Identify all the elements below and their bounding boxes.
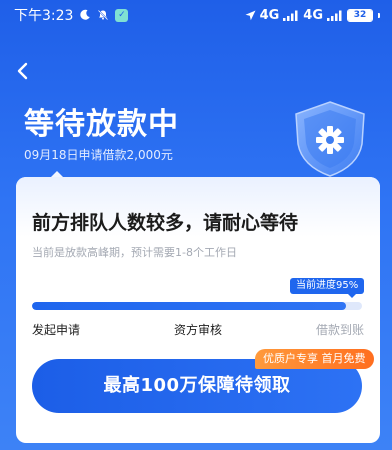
- bell-off-icon: [97, 9, 109, 21]
- status-left: 下午3:23 ✓: [14, 5, 129, 25]
- page-title: 等待放款中: [24, 107, 179, 142]
- status-time: 下午3:23: [14, 8, 74, 24]
- step-apply: 发起申请: [32, 323, 81, 337]
- status-bar: 下午3:23 ✓ 4G 4G 32: [0, 0, 392, 30]
- progress-bar-fill: [32, 302, 346, 310]
- signal-icon: [327, 10, 343, 21]
- status-card: 前方排队人数较多，请耐心等待 当前是放款高峰期，预计需要1-8个工作日 当前进度…: [16, 177, 380, 443]
- step-review: 资方审核: [174, 323, 223, 337]
- battery-cap: [378, 12, 380, 18]
- location-arrow-icon: [245, 10, 256, 21]
- moon-icon: [79, 9, 91, 21]
- battery-icon: 32: [347, 8, 373, 22]
- network-type-1: 4G: [259, 7, 280, 23]
- promo-tag: 优质户专享 首月免费: [255, 349, 374, 369]
- back-chevron-icon: [17, 62, 28, 80]
- network-type-2: 4G: [303, 7, 323, 23]
- progress-bar: [32, 302, 362, 310]
- app-badge-icon: ✓: [115, 8, 129, 22]
- card-title: 前方排队人数较多，请耐心等待: [32, 212, 299, 234]
- back-button[interactable]: [12, 58, 36, 84]
- page-subtitle: 09月18日申请借款2,000元: [24, 148, 173, 162]
- status-right: 4G 4G 32: [245, 8, 380, 23]
- battery-level: 32: [353, 10, 367, 20]
- step-disbursed: 借款到账: [315, 323, 364, 337]
- card-description: 当前是放款高峰期，预计需要1-8个工作日: [32, 246, 237, 259]
- progress-badge: 当前进度95%: [290, 278, 365, 298]
- shield-icon: [292, 100, 368, 178]
- signal-icon: [283, 10, 299, 21]
